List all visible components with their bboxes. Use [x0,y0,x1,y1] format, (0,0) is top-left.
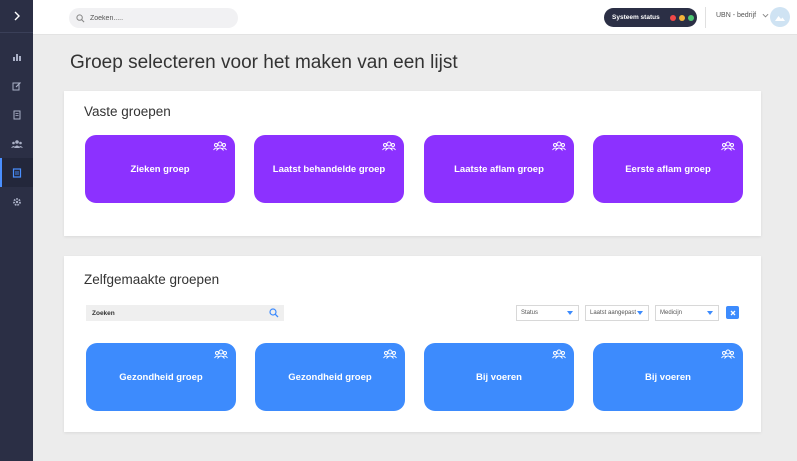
users-icon [10,139,23,148]
sidebar-expand-button[interactable] [0,0,33,33]
users-icon [552,349,566,359]
group-card[interactable]: Laatst behandelde groep [254,135,404,203]
group-card-label: Zieken groep [130,163,190,175]
users-icon [721,349,735,359]
status-filter-value: Status [521,310,539,316]
sidebar-item-lists[interactable] [0,158,33,187]
users-icon [552,141,566,151]
fixed-groups-title: Vaste groepen [84,104,171,119]
system-status[interactable]: Systeem status [604,8,697,27]
last-modified-filter-value: Laatst aangepast [590,310,637,316]
medicine-filter[interactable]: Medicijn [655,305,719,321]
global-search [69,8,238,28]
group-card[interactable]: Gezondheid groep [86,343,236,411]
group-card[interactable]: Zieken groep [85,135,235,203]
sidebar-item-documents[interactable] [0,100,33,129]
chevron-down-icon [762,13,769,18]
group-card[interactable]: Bij voeren [593,343,743,411]
users-icon [382,141,396,151]
users-icon [214,349,228,359]
status-dot-yellow [678,14,685,21]
status-dot-green [687,14,694,21]
custom-groups-panel: Zelfgemaakte groepen Status Laatst aange… [64,256,761,432]
group-card-label: Gezondheid groep [288,371,372,383]
users-icon [213,141,227,151]
search-icon[interactable] [269,308,279,318]
gear-icon [12,197,21,206]
caret-down-icon [567,311,573,315]
group-card[interactable]: Eerste aflam groep [593,135,743,203]
caret-down-icon [707,311,713,315]
system-status-label: Systeem status [612,14,660,21]
group-search [86,305,284,321]
bar-chart-icon [12,53,21,61]
search-icon [76,13,85,22]
caret-down-icon [637,311,643,315]
group-card-label: Laatst behandelde groep [272,163,386,175]
group-card[interactable]: Bij voeren [424,343,574,411]
topbar-divider [705,7,706,28]
group-card-label: Eerste aflam groep [625,163,711,175]
chevron-right-icon [14,11,20,21]
medicine-filter-value: Medicijn [660,310,683,316]
company-selector[interactable]: UBN - bedrijf [716,12,769,19]
group-card-label: Laatste aflam groep [454,163,544,175]
group-card-label: Bij voeren [476,371,522,383]
status-dot-red [669,14,676,21]
sidebar-item-groups[interactable] [0,129,33,158]
topbar: Systeem status UBN - bedrijf [33,0,797,35]
users-icon [383,349,397,359]
edit-icon [12,81,21,90]
image-placeholder-icon [775,16,785,21]
close-icon [730,310,735,315]
fixed-groups-panel: Vaste groepen Zieken groep Laatst behand… [64,91,761,236]
list-icon [12,167,21,178]
group-search-input[interactable] [92,309,262,317]
users-icon [721,141,735,151]
group-card[interactable]: Gezondheid groep [255,343,405,411]
group-card-label: Bij voeren [645,371,691,383]
group-card-label: Gezondheid groep [119,371,203,383]
sidebar-item-edit[interactable] [0,71,33,100]
sidebar-item-dashboard[interactable] [0,42,33,71]
sidebar-item-settings[interactable] [0,187,33,216]
global-search-input[interactable] [90,14,230,22]
clear-filters-button[interactable] [726,306,739,319]
custom-groups-title: Zelfgemaakte groepen [84,272,220,287]
avatar[interactable] [770,7,790,27]
document-icon [13,110,20,119]
sidebar [0,0,33,461]
last-modified-filter[interactable]: Laatst aangepast [585,305,649,321]
status-filter[interactable]: Status [516,305,579,321]
group-card[interactable]: Laatste aflam groep [424,135,574,203]
company-name: UBN - bedrijf [716,12,757,19]
page-title: Groep selecteren voor het maken van een … [70,52,458,73]
